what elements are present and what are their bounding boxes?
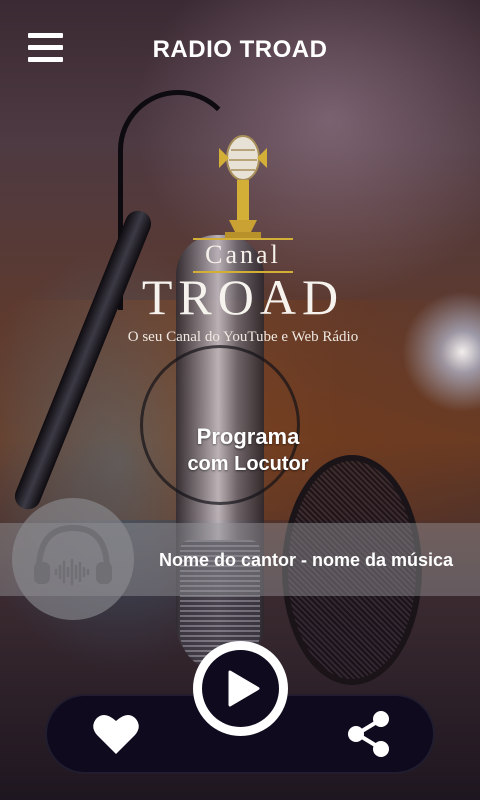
logo-name-text: TROAD — [141, 269, 345, 325]
microphone-emblem-icon — [219, 135, 267, 238]
headphones-icon — [34, 524, 112, 586]
heart-icon — [93, 714, 139, 754]
play-icon — [228, 670, 260, 707]
top-bar: RADIO TROAD — [0, 0, 480, 96]
cover-art — [12, 498, 134, 620]
play-button[interactable] — [193, 641, 288, 736]
program-title: Programa — [196, 424, 300, 449]
logo-canal-text: Canal — [205, 240, 281, 269]
now-playing-song: Nome do cantor - nome da música — [158, 550, 454, 570]
share-button[interactable] — [346, 710, 392, 758]
like-button[interactable] — [92, 712, 140, 756]
share-icon — [348, 711, 389, 757]
app-title: RADIO TROAD — [152, 36, 328, 63]
play-button-inner — [202, 650, 279, 727]
program-subtitle: com Locutor — [187, 453, 309, 475]
logo-tagline: O seu Canal do YouTube e Web Rádio — [127, 329, 359, 345]
station-logo: Canal TROAD O seu Canal do YouTube e Web… — [118, 128, 368, 353]
